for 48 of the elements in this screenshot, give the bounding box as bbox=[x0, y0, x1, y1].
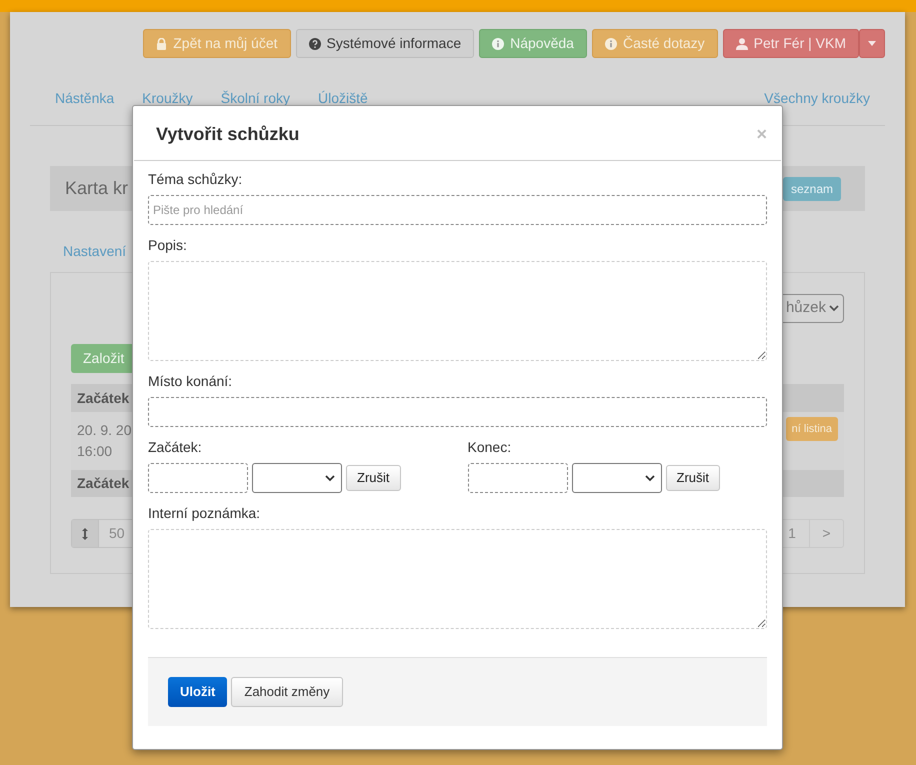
close-button[interactable]: × bbox=[756, 120, 767, 148]
header-button[interactable]: Časté dotazy bbox=[592, 29, 718, 58]
nav-link[interactable]: Všechny kroužky bbox=[764, 88, 870, 109]
header-button[interactable]: Zpět na můj účet bbox=[143, 29, 291, 58]
date-field[interactable] bbox=[148, 463, 248, 493]
chevron-down-icon bbox=[829, 305, 839, 312]
date-field[interactable] bbox=[468, 463, 568, 493]
tab[interactable]: Nastavení bbox=[63, 241, 126, 262]
modal-title: Vytvořit schůzku bbox=[156, 122, 300, 146]
field-label: Interní poznámka: bbox=[148, 504, 262, 523]
card-title: Karta kr bbox=[65, 177, 128, 200]
time-select[interactable] bbox=[252, 463, 342, 493]
field-label: Konec: bbox=[468, 438, 512, 457]
info-icon bbox=[492, 38, 504, 50]
help-icon bbox=[308, 38, 321, 50]
field-label: Místo konání: bbox=[148, 372, 234, 391]
chevron-down-icon bbox=[644, 474, 654, 482]
nav-link[interactable]: Úložiště bbox=[318, 88, 368, 109]
column-header: Začátek bbox=[77, 474, 130, 493]
list-button[interactable]: seznam bbox=[782, 176, 841, 200]
clear-button[interactable]: Zrušit bbox=[666, 465, 720, 491]
header-button[interactable]: Systémové informace bbox=[296, 29, 474, 58]
caret-icon bbox=[868, 41, 876, 46]
field-label: Začátek: bbox=[148, 438, 203, 457]
save-button[interactable]: Uložit bbox=[168, 677, 228, 707]
sort-handle-icon[interactable] bbox=[72, 520, 98, 547]
info-icon bbox=[604, 38, 617, 50]
page-link[interactable]: > bbox=[809, 520, 843, 547]
dropdown-button[interactable] bbox=[859, 29, 885, 58]
text-field[interactable]: Pište pro hledání bbox=[148, 195, 767, 225]
row-button[interactable]: ní listina bbox=[786, 417, 838, 441]
discard-button[interactable]: Zahodit změny bbox=[231, 677, 343, 707]
nav-link[interactable]: Kroužky bbox=[142, 88, 193, 109]
table-cell-text: 20. 9. 20 bbox=[77, 421, 132, 440]
header-button[interactable]: Nápověda bbox=[479, 29, 587, 58]
column-header: Začátek bbox=[77, 388, 130, 408]
text-field[interactable] bbox=[148, 397, 767, 427]
time-select[interactable] bbox=[572, 463, 662, 493]
chevron-down-icon bbox=[325, 474, 335, 482]
user-icon bbox=[736, 38, 748, 50]
field-label: Popis: bbox=[148, 236, 188, 255]
lock-icon bbox=[156, 38, 168, 50]
clear-button[interactable]: Zrušit bbox=[346, 465, 400, 491]
nav-link[interactable]: Školní roky bbox=[220, 88, 290, 109]
nav-link[interactable]: Nástěnka bbox=[55, 88, 114, 109]
header-button[interactable]: Petr Fér | VKM bbox=[722, 29, 859, 58]
field-label: Téma schůzky: bbox=[148, 170, 244, 189]
table-cell-text: 16:00 bbox=[77, 442, 114, 461]
